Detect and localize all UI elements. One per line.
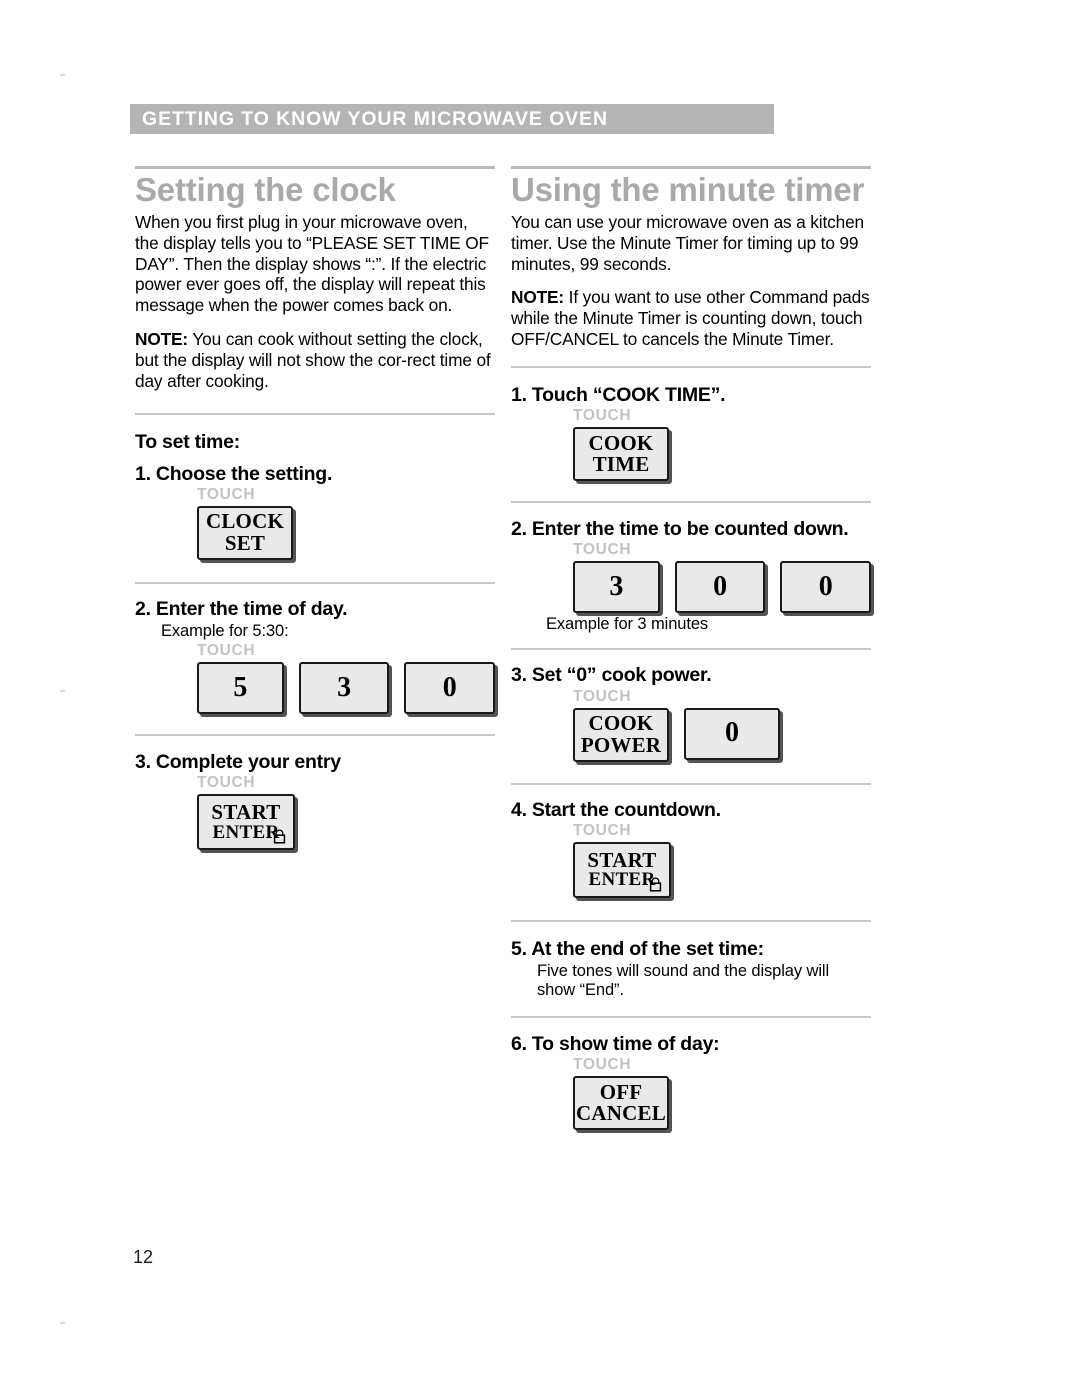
right-step-2-key-row: 3 0 0 (573, 561, 872, 614)
left-step-3-heading: 3. Complete your entry (135, 751, 341, 774)
left-step-1-key-row: CLOCK SET (197, 505, 495, 560)
right-step-5-body: Five tones will sound and the display wi… (537, 962, 830, 1000)
right-step-1-touch-label: TOUCH (573, 407, 632, 425)
edge-tick (60, 690, 65, 692)
left-step-3-touch-label: TOUCH (197, 774, 256, 792)
left-column-top-rule (135, 166, 495, 169)
cook-power-button-line1: COOK (588, 711, 654, 736)
clock-set-button-line2: SET (224, 530, 266, 555)
number-key-0-label: 0 (442, 671, 457, 703)
left-step-2-key-row: 5 3 0 (197, 662, 496, 715)
right-step-2-heading: 2. Enter the time to be counted down. (511, 518, 849, 541)
number-key-3[interactable]: 3 (298, 662, 390, 715)
right-intro-paragraph: You can use your microwave oven as a kit… (511, 211, 864, 274)
number-key-5[interactable]: 5 (197, 662, 284, 715)
number-key-0-power[interactable]: 0 (684, 707, 780, 760)
right-note-paragraph: NOTE: If you want to use other Command p… (511, 287, 871, 349)
start-enter-button-line2: ENTER (588, 869, 656, 891)
right-step-2-touch-label: TOUCH (573, 541, 632, 559)
right-step-1-key-row: COOK TIME (573, 427, 871, 482)
clock-set-button[interactable]: CLOCK SET (197, 505, 293, 560)
right-note-text: If you want to use other Command pads wh… (511, 287, 870, 350)
edge-tick (60, 1322, 65, 1324)
left-step-3-key-row: START ENTER (197, 794, 495, 851)
right-step-3-heading: 3. Set “0” cook power. (511, 664, 712, 687)
left-step-1-heading: 1. Choose the setting. (135, 462, 333, 485)
left-note-paragraph: NOTE: You can cook without setting the c… (135, 329, 495, 391)
padlock-icon (273, 829, 286, 844)
number-key-3-label: 3 (337, 671, 352, 703)
cook-time-button-line1: COOK (588, 430, 654, 455)
number-key-0-second[interactable]: 0 (780, 561, 872, 614)
manual-page: GETTING TO KNOW YOUR MICROWAVE OVEN Sett… (0, 0, 1080, 1397)
padlock-icon (649, 877, 662, 892)
left-column: Setting the clock When you first plug in… (135, 166, 496, 851)
section-header-label: GETTING TO KNOW YOUR MICROWAVE OVEN (142, 107, 608, 130)
start-enter-button[interactable]: START ENTER (197, 794, 295, 851)
left-step-1-touch-label: TOUCH (197, 485, 256, 503)
right-step-6-key-row: OFF CANCEL (573, 1076, 871, 1131)
left-note-text: You can cook without setting the clock, … (135, 329, 491, 391)
right-column-top-rule (511, 166, 871, 169)
off-cancel-button[interactable]: OFF CANCEL (573, 1076, 669, 1131)
left-column-title: Setting the clock (135, 171, 396, 208)
right-column: Using the minute timer You can use your … (511, 166, 872, 1131)
off-cancel-button-line1: OFF (599, 1079, 643, 1104)
right-note-prefix: NOTE: (511, 287, 565, 308)
start-enter-button-line2: ENTER (212, 821, 280, 843)
cook-time-button[interactable]: COOK TIME (573, 427, 669, 482)
right-step-1-heading: 1. Touch “COOK TIME”. (511, 383, 726, 406)
number-key-0-second-label: 0 (818, 571, 833, 603)
right-step-4-heading: 4. Start the countdown. (511, 798, 721, 821)
right-step-3-touch-label: TOUCH (573, 687, 632, 705)
start-enter-button-line1: START (587, 847, 657, 872)
number-key-3[interactable]: 3 (573, 561, 660, 614)
number-key-3-label: 3 (609, 571, 624, 603)
right-step-4-key-row: START ENTER (573, 841, 871, 898)
section-header-bar: GETTING TO KNOW YOUR MICROWAVE OVEN (130, 104, 774, 134)
start-enter-button-line1: START (211, 800, 281, 825)
right-step-6-heading: 6. To show time of day: (511, 1033, 720, 1056)
right-step-6-touch-label: TOUCH (573, 1056, 632, 1074)
right-step-4-touch-label: TOUCH (573, 821, 632, 839)
number-key-5-label: 5 (233, 671, 248, 703)
to-set-time-subhead: To set time: (135, 430, 240, 453)
cook-power-button[interactable]: COOK POWER (573, 707, 669, 762)
number-key-0[interactable]: 0 (404, 662, 496, 715)
left-step-2-touch-label: TOUCH (197, 642, 256, 660)
number-key-0-power-label: 0 (725, 717, 739, 749)
right-step-3-key-row: COOK POWER 0 (573, 707, 871, 762)
edge-tick (60, 74, 65, 76)
left-note-prefix: NOTE: (135, 329, 189, 350)
right-step-2-caption: Example for 3 minutes (546, 615, 709, 634)
number-key-0-first[interactable]: 0 (674, 561, 766, 614)
start-enter-button[interactable]: START ENTER (573, 841, 671, 898)
cook-time-button-line2: TIME (592, 452, 650, 477)
clock-set-button-line1: CLOCK (205, 509, 284, 534)
right-step-5-heading: 5. At the end of the set time: (511, 937, 764, 960)
number-key-0-first-label: 0 (713, 571, 728, 603)
off-cancel-button-line2: CANCEL (576, 1101, 666, 1126)
right-column-title: Using the minute timer (511, 171, 865, 208)
page-number: 12 (133, 1247, 154, 1267)
left-step-2-example: Example for 5:30: (161, 622, 289, 641)
cook-power-button-line2: POWER (580, 732, 662, 757)
left-intro-paragraph: When you first plug in your microwave ov… (135, 211, 489, 316)
left-step-2-heading: 2. Enter the time of day. (135, 597, 348, 620)
